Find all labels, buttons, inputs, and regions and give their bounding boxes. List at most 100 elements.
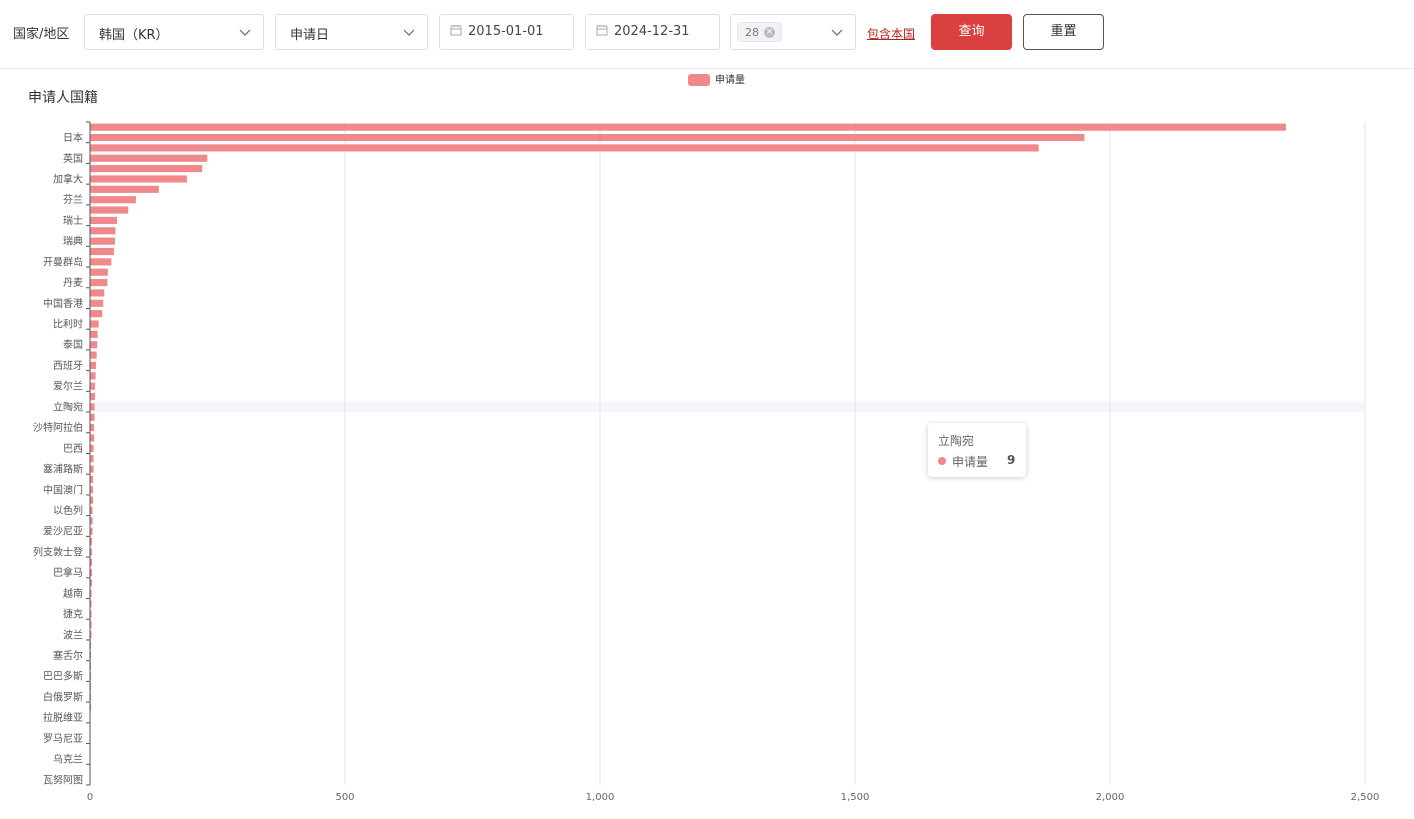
calendar-icon: [450, 25, 462, 36]
y-tick-label: 加拿大: [53, 172, 83, 185]
hover-highlight-band: [90, 401, 1365, 413]
bar: [90, 196, 136, 204]
tooltip-title: 立陶宛: [938, 434, 975, 448]
bar: [90, 455, 94, 463]
selected-tag-label: 28: [745, 25, 759, 39]
bar: [90, 372, 96, 380]
bar: [90, 289, 105, 297]
chart-tooltip: 立陶宛 申请量 9: [928, 423, 1026, 477]
bar: [90, 392, 96, 401]
x-tick-label: 2,500: [1351, 792, 1380, 803]
y-tick-label: 开曼群岛: [43, 255, 83, 268]
y-tick-label: 拉脱维亚: [43, 711, 83, 724]
y-tick-label: 爱尔兰: [53, 380, 83, 393]
date-type-value: 申请日: [290, 28, 330, 43]
country-label: 国家/地区: [13, 27, 70, 42]
y-tick-label: 西班牙: [53, 360, 83, 372]
y-tick-label: 比利时: [53, 319, 83, 331]
y-tick-label: 塞舌尔: [53, 649, 83, 662]
bar: [90, 123, 1286, 131]
y-tick-label: 中国澳门: [43, 483, 83, 496]
bar: [90, 382, 96, 390]
bar: [90, 268, 108, 276]
y-tick-label: 罗马尼亚: [43, 733, 83, 745]
bar: [90, 361, 97, 370]
bar: [90, 351, 97, 359]
bar: [90, 465, 94, 473]
x-tick-label: 1,000: [586, 792, 615, 803]
y-tick-label: 芬兰: [63, 193, 83, 206]
y-tick-label: 丹麦: [63, 277, 83, 289]
y-tick-label: 列支敦士登: [33, 545, 83, 558]
bar: [90, 154, 208, 162]
y-tick-label: 沙特阿拉伯: [33, 421, 83, 434]
bar: [90, 165, 203, 173]
include-home-country-link[interactable]: 包含本国: [867, 25, 915, 42]
y-tick-label: 泰国: [63, 338, 83, 351]
date-type-select[interactable]: 申请日: [275, 14, 428, 50]
bar: [90, 403, 95, 411]
bar: [90, 434, 95, 442]
bar: [90, 247, 114, 256]
chevron-down-icon: [831, 29, 843, 36]
tooltip-value: 9: [1007, 453, 1016, 467]
country-select-value: 韩国（KR）: [99, 28, 169, 43]
bar: [90, 341, 98, 349]
query-button[interactable]: 查询: [931, 14, 1012, 50]
y-tick-label: 乌克兰: [53, 753, 83, 766]
y-tick-label: 瓦努阿图: [43, 773, 83, 786]
y-tick-label: 越南: [63, 587, 83, 600]
start-date-input[interactable]: 2015-01-01: [439, 14, 574, 50]
bar: [90, 444, 94, 452]
legend-label: 申请量: [715, 73, 745, 86]
bar: [90, 330, 98, 338]
bar: [90, 185, 159, 193]
tag-remove-icon[interactable]: ×: [764, 26, 775, 38]
bar: [90, 320, 99, 328]
y-tick-label: 巴拿马: [53, 566, 83, 579]
legend-swatch: [688, 74, 710, 86]
bar: [90, 413, 95, 421]
x-tick-label: 0: [87, 792, 93, 803]
bar: [90, 237, 115, 245]
chart-panel: 申请人国籍 申请量 0 500 1,000 1,500 2,000 2,500 日本 英国 加拿大…: [0, 70, 1414, 819]
y-tick-label: 瑞士: [63, 214, 83, 227]
chevron-down-icon: [403, 29, 415, 36]
reset-button[interactable]: 重置: [1023, 14, 1104, 50]
y-tick-label: 日本: [63, 131, 83, 144]
tooltip-series-name: 申请量: [952, 455, 989, 469]
y-tick-label: 巴西: [63, 443, 83, 455]
calendar-icon: [596, 25, 608, 36]
tooltip-series-marker: [938, 457, 946, 465]
y-tick-label: 以色列: [53, 504, 83, 517]
y-tick-label: 立陶宛: [53, 400, 83, 413]
bar: [90, 278, 108, 287]
country-select[interactable]: 韩国（KR）: [84, 14, 264, 50]
bar: [90, 133, 1085, 142]
y-tick-label: 塞浦路斯: [43, 463, 83, 476]
bar: [90, 206, 129, 214]
y-tick-label: 中国香港: [43, 297, 83, 310]
y-tick-label: 英国: [63, 152, 83, 165]
x-tick-label: 500: [335, 792, 354, 803]
selected-tag: 28 ×: [737, 22, 782, 42]
bar: [90, 175, 187, 183]
end-date-value: 2024-12-31: [614, 24, 690, 39]
y-tick-label: 波兰: [63, 628, 83, 641]
y-tick-label: 瑞典: [63, 235, 83, 248]
end-date-input[interactable]: 2024-12-31: [585, 14, 720, 50]
x-tick-label: 2,000: [1096, 792, 1125, 803]
start-date-value: 2015-01-01: [468, 24, 544, 39]
multi-select[interactable]: 28 ×: [730, 14, 856, 50]
bar: [90, 216, 118, 224]
filter-bar: 国家/地区 韩国（KR） 申请日 2015-01-01 2024-12-31 2…: [0, 0, 1414, 69]
y-tick-label: 爱沙尼亚: [43, 525, 83, 538]
chevron-down-icon: [239, 29, 251, 36]
bar: [90, 299, 104, 307]
bar: [90, 144, 1039, 152]
bar: [90, 227, 116, 235]
bar-chart[interactable]: 申请量 0 500 1,000 1,500 2,000 2,500 日本英国加拿大芬兰瑞士瑞典…: [0, 70, 1414, 819]
y-tick-label: 巴巴多斯: [43, 670, 83, 683]
x-tick-label: 1,500: [841, 792, 870, 803]
bar: [90, 258, 112, 266]
